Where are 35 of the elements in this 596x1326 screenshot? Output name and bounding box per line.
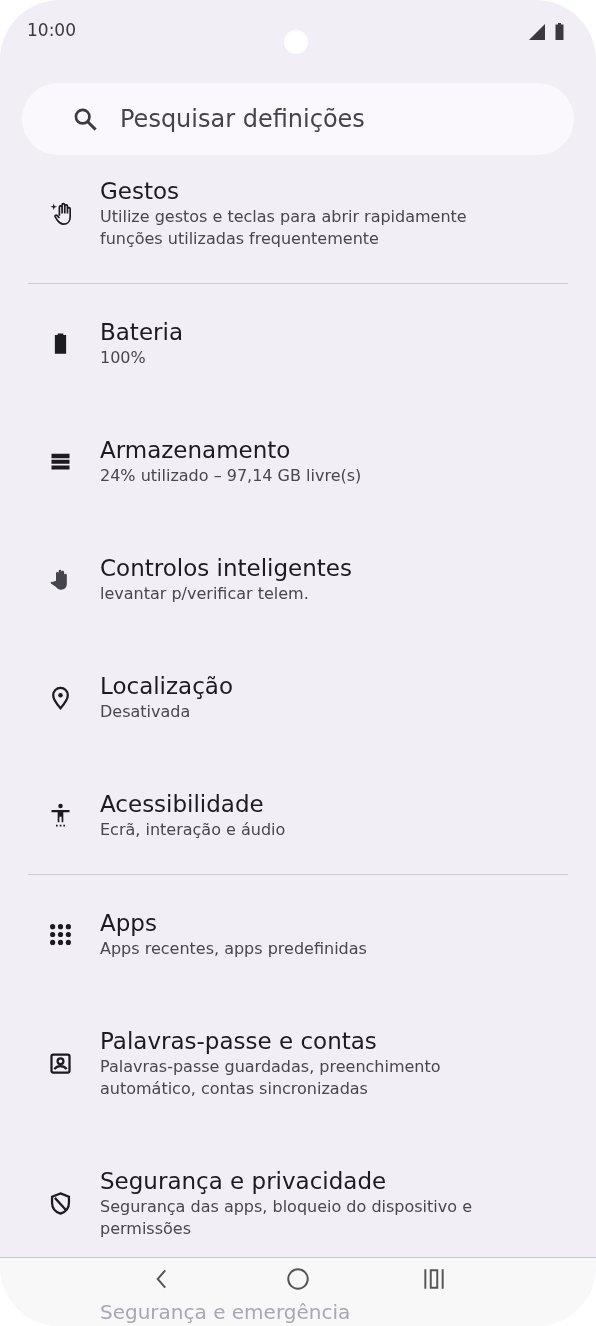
- search-field[interactable]: Pesquisar definições: [22, 83, 574, 155]
- status-time: 10:00: [27, 20, 76, 40]
- item-summary: Apps recentes, apps predefinidas: [100, 938, 367, 960]
- item-title: Localização: [100, 672, 233, 701]
- item-title: Gestos: [100, 177, 181, 206]
- signal-icon: [529, 23, 545, 40]
- recents-button[interactable]: [421, 1266, 447, 1292]
- item-summary: Palavras-passe guardadas, preenchimento automático, contas sincronizadas: [100, 1056, 442, 1100]
- settings-item[interactable]: Localização Desativada: [0, 638, 596, 756]
- settings-item[interactable]: Controlos inteligentes levantar p/verificar telem.: [0, 520, 596, 638]
- settings-item[interactable]: Gestos Utilize gestos e teclas para abrir rapidamente funções utilizadas frequentemente: [0, 155, 596, 283]
- item-title: Bateria: [100, 318, 183, 347]
- settings-item[interactable]: Apps Apps recentes, apps predefinidas: [0, 875, 596, 993]
- item-summary: Utilize gestos e teclas para abrir rapidamente funções utilizadas frequentemente: [100, 206, 468, 250]
- search-input[interactable]: Pesquisar definições: [120, 105, 574, 133]
- battery-icon: [555, 23, 564, 40]
- settings-item[interactable]: Segurança e privacidade Segurança das apps, bloqueio do dispositivo e permissões: [0, 1133, 596, 1257]
- settings-item[interactable]: Acessibilidade Ecrã, interação e áudio: [0, 756, 596, 874]
- item-title: Armazenamento: [100, 436, 292, 465]
- item-summary: Segurança das apps, bloqueio do dispositivo e permissões: [100, 1196, 473, 1240]
- item-title: Segurança e emergência: [100, 1300, 351, 1324]
- item-title: Segurança e privacidade: [100, 1167, 388, 1196]
- home-button[interactable]: [285, 1266, 311, 1292]
- item-summary: Ecrã, interação e áudio: [100, 819, 286, 841]
- item-title: Acessibilidade: [100, 790, 265, 819]
- item-summary: 100%: [100, 347, 147, 369]
- settings-item[interactable]: Bateria 100%: [0, 284, 596, 402]
- item-title: Apps: [100, 909, 158, 938]
- settings-item[interactable]: Palavras-passe e contas Palavras-passe guardadas, preenchimento automático, contas sincronizadas: [0, 993, 596, 1133]
- item-title: Palavras-passe e contas: [100, 1027, 378, 1056]
- settings-item[interactable]: Armazenamento 24% utilizado – 97,14 GB livre(s): [0, 402, 596, 520]
- item-title: Controlos inteligentes: [100, 554, 352, 583]
- item-summary: 24% utilizado – 97,14 GB livre(s): [100, 465, 362, 487]
- item-summary: levantar p/verificar telem.: [100, 583, 310, 605]
- item-summary: Desativada: [100, 701, 192, 723]
